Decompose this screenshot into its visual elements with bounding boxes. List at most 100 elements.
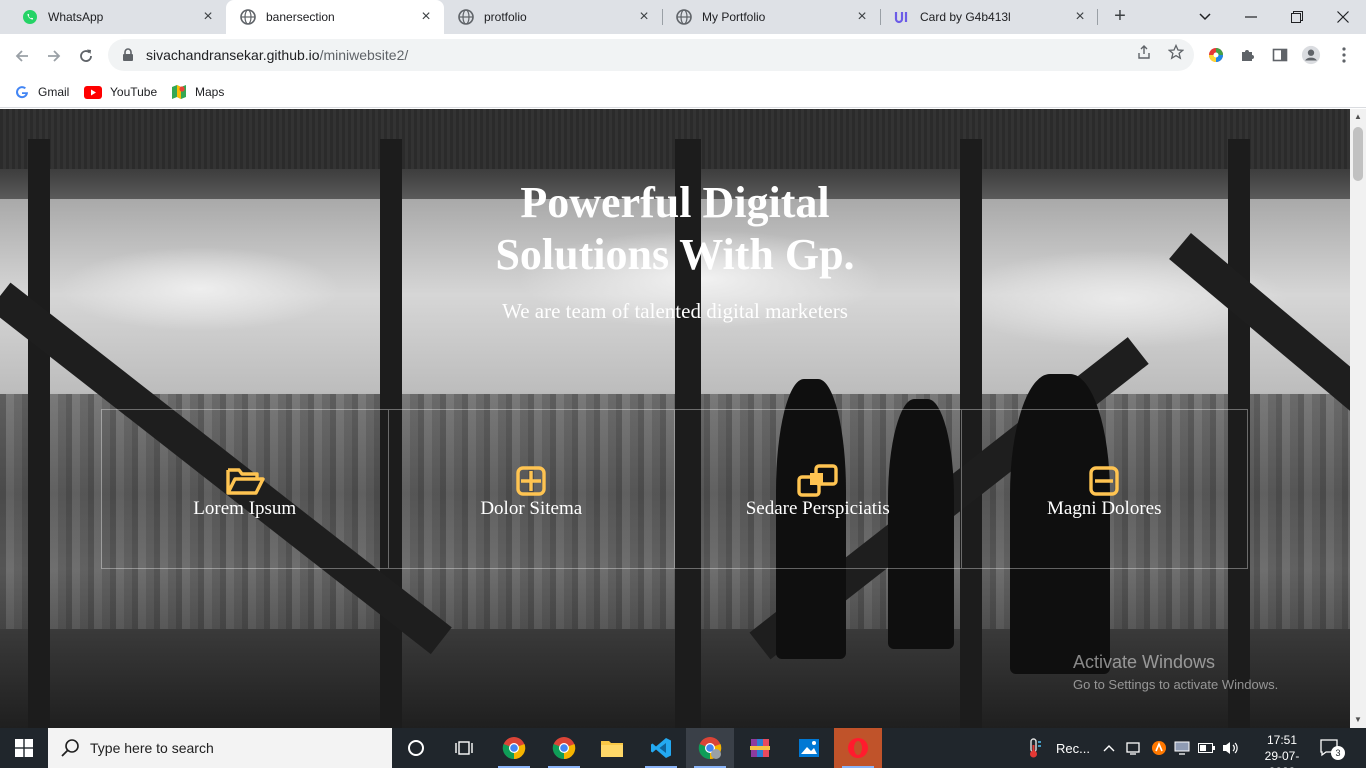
- folder-icon: [601, 741, 623, 757]
- taskbar-clock[interactable]: 17:51 29-07-2023: [1252, 732, 1312, 768]
- scrollbar-thumb[interactable]: [1353, 127, 1363, 181]
- grid-box-icon: [510, 464, 552, 498]
- chrome-profile-icon: [698, 737, 722, 760]
- feature-box[interactable]: Dolor Sitema: [389, 410, 675, 568]
- search-placeholder: Type here to search: [90, 740, 214, 756]
- chrome-icon: [502, 737, 526, 760]
- close-window-button[interactable]: [1320, 0, 1366, 34]
- lock-icon[interactable]: [120, 47, 136, 63]
- tab-whatsapp[interactable]: WhatsApp ×: [8, 0, 226, 34]
- feature-label: Lorem Ipsum: [193, 498, 297, 519]
- tab-close-icon[interactable]: ×: [1072, 9, 1088, 25]
- photos-icon: [799, 739, 819, 757]
- feature-label: Sedare Perspiciatis: [745, 498, 890, 519]
- feature-boxes: Lorem Ipsum Dolor Sitema Sedare Perspici…: [101, 409, 1248, 569]
- windows-logo-icon: [15, 739, 33, 757]
- extensions-puzzle-icon[interactable]: [1238, 45, 1258, 65]
- bookmark-label: YouTube: [110, 85, 158, 99]
- windows-taskbar: Type here to search Rec... 17:51 29-07- …: [0, 728, 1366, 768]
- globe-icon: [240, 9, 256, 25]
- watermark-line-1: Activate Windows: [1073, 652, 1216, 672]
- hero-title-line-2: Solutions With Gp.: [495, 230, 855, 279]
- share-icon[interactable]: [1134, 42, 1154, 62]
- volume-tray-icon[interactable]: [1222, 728, 1240, 768]
- restore-button[interactable]: [1274, 0, 1320, 34]
- tab-close-icon[interactable]: ×: [854, 9, 870, 25]
- feature-box[interactable]: Sedare Perspiciatis: [675, 410, 962, 568]
- tab-card-by-g4b413l[interactable]: Card by G4b413l ×: [880, 0, 1098, 34]
- battery-tray-icon[interactable]: [1198, 728, 1216, 768]
- bookmark-maps[interactable]: Maps: [171, 82, 224, 102]
- show-hidden-icons-chevron-icon[interactable]: [1103, 728, 1115, 768]
- weather-widget[interactable]: Rec...: [1024, 728, 1090, 768]
- tab-title: Card by G4b413l: [920, 10, 1011, 24]
- tab-banersection[interactable]: banersection ×: [226, 0, 444, 34]
- browser-toolbar: sivachandransekar.github.io/miniwebsite2…: [0, 34, 1366, 76]
- google-icon: [14, 84, 30, 100]
- notification-center-button[interactable]: 3: [1320, 728, 1345, 768]
- window-icon: [1083, 464, 1125, 498]
- taskbar-file-explorer[interactable]: [588, 728, 636, 768]
- taskbar-chrome-1[interactable]: [490, 728, 538, 768]
- avast-tray-icon[interactable]: [1151, 728, 1167, 768]
- taskbar-chrome-profile[interactable]: [686, 728, 734, 768]
- taskbar-vscode[interactable]: [637, 728, 685, 768]
- whatsapp-icon: [22, 9, 38, 25]
- tab-separator: [1097, 9, 1098, 25]
- color-extension-icon[interactable]: [1206, 45, 1226, 65]
- youtube-icon: [84, 84, 102, 100]
- reload-button[interactable]: [72, 42, 100, 70]
- bookmark-label: Maps: [195, 85, 225, 99]
- clock-date: 29-07-2023: [1264, 749, 1300, 768]
- tab-my-portfolio[interactable]: My Portfolio ×: [662, 0, 880, 34]
- hero-section: Powerful Digital Solutions With Gp. We a…: [0, 109, 1350, 728]
- taskbar-photos[interactable]: [785, 728, 833, 768]
- taskbar-chrome-2[interactable]: [540, 728, 588, 768]
- chrome-menu-icon[interactable]: [1334, 45, 1354, 65]
- address-bar[interactable]: sivachandransekar.github.io/miniwebsite2…: [108, 39, 1194, 71]
- opera-icon: [848, 738, 868, 758]
- taskbar-opera[interactable]: [834, 728, 882, 768]
- minimize-button[interactable]: [1228, 0, 1274, 34]
- bookmarks-bar: Gmail YouTube Maps: [0, 76, 1366, 108]
- task-view-button[interactable]: [440, 728, 488, 768]
- start-button[interactable]: [0, 728, 48, 768]
- hero-subtitle: We are team of talented digital marketer…: [502, 299, 848, 323]
- new-tab-button[interactable]: +: [1108, 5, 1132, 29]
- display-tray-icon[interactable]: [1174, 728, 1190, 768]
- back-button[interactable]: [8, 42, 36, 70]
- feature-box[interactable]: Magni Dolores: [962, 410, 1248, 568]
- uiverse-icon: [894, 9, 910, 25]
- tab-close-icon[interactable]: ×: [636, 9, 652, 25]
- url-host: sivachandransekar.github.io: [146, 47, 320, 63]
- page-scrollbar[interactable]: ▲ ▼: [1350, 109, 1366, 728]
- bookmark-star-icon[interactable]: [1166, 42, 1186, 62]
- tab-title: banersection: [266, 10, 335, 24]
- scroll-up-arrow-icon[interactable]: ▲: [1350, 109, 1366, 125]
- forward-button[interactable]: [40, 42, 68, 70]
- side-panel-icon[interactable]: [1270, 45, 1290, 65]
- tab-close-icon[interactable]: ×: [418, 9, 434, 25]
- scroll-down-arrow-icon[interactable]: ▼: [1350, 712, 1366, 728]
- cortana-icon: [408, 740, 424, 756]
- tab-search-chevron-icon[interactable]: [1182, 0, 1228, 34]
- clock-time: 17:51: [1266, 733, 1298, 747]
- tab-protfolio[interactable]: protfolio ×: [444, 0, 662, 34]
- winrar-icon: [750, 739, 770, 757]
- tab-title: WhatsApp: [48, 10, 104, 24]
- url-path: /miniwebsite2/: [319, 47, 409, 63]
- tab-close-icon[interactable]: ×: [200, 9, 216, 25]
- bookmark-youtube[interactable]: YouTube: [84, 82, 157, 102]
- taskbar-search-box[interactable]: Type here to search: [48, 728, 392, 768]
- profile-avatar-icon[interactable]: [1301, 45, 1321, 65]
- taskbar-winrar[interactable]: [736, 728, 784, 768]
- bookmark-gmail[interactable]: Gmail: [14, 82, 69, 102]
- bookmark-label: Gmail: [38, 85, 70, 99]
- thermometer-icon: [1030, 738, 1041, 758]
- cortana-button[interactable]: [392, 728, 440, 768]
- globe-icon: [676, 9, 692, 25]
- feature-box[interactable]: Lorem Ipsum: [102, 410, 389, 568]
- tab-title: My Portfolio: [702, 10, 766, 24]
- chrome-icon: [552, 737, 576, 760]
- network-tray-icon[interactable]: [1126, 728, 1142, 768]
